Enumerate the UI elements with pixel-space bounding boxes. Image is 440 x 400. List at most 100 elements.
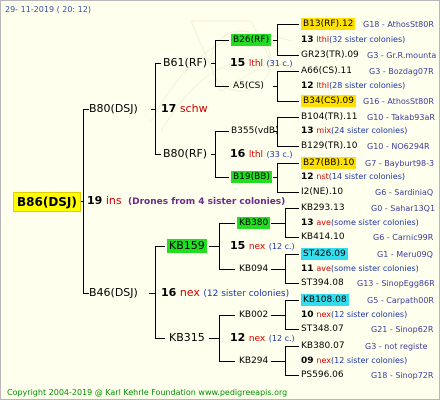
- connector: [277, 117, 299, 118]
- gen2-colony[interactable]: B80(RF): [163, 147, 207, 161]
- gen4-colony[interactable]: KB380.07: [301, 340, 345, 352]
- gen4-colony[interactable]: ST348.07: [301, 323, 344, 335]
- connector: [285, 237, 299, 238]
- connector: [219, 269, 235, 270]
- gen4-drones: 13 ave(some sister colonies): [301, 218, 419, 228]
- connector: [219, 361, 235, 362]
- connector: [285, 254, 286, 284]
- gen4-colony[interactable]: B13(RF).12: [301, 18, 356, 30]
- gen2-colony[interactable]: B61(RF): [163, 56, 207, 70]
- gen4-drones: 12 nst(14 sister colonies): [301, 172, 405, 182]
- connector: [277, 101, 299, 102]
- gen4-colony[interactable]: B34(CS).09: [301, 95, 356, 107]
- dam-generation: 16 nex (12 sister colonies): [161, 286, 290, 299]
- connector: [285, 254, 299, 255]
- connector: [285, 283, 299, 284]
- connector: [273, 177, 277, 178]
- connector: [277, 24, 278, 56]
- connector: [219, 223, 220, 270]
- connector: [285, 346, 286, 376]
- gen4-colony[interactable]: B27(BB).10: [301, 157, 357, 169]
- connector: [285, 208, 286, 238]
- connector: [155, 246, 165, 247]
- connector: [277, 163, 278, 193]
- gen4-code: G18 - AthosSt80R: [363, 20, 434, 29]
- connector: [219, 315, 235, 316]
- gen4-code: G3 - Bozdag07R: [369, 67, 434, 76]
- gen4-drones: 11 ave(some sister colonies): [301, 264, 419, 274]
- copyright-footer: Copyright 2004-2019 @ Karl Kehrle Founda…: [7, 388, 288, 397]
- connector: [219, 315, 220, 362]
- gen4-drones: 10 nex(12 sister colonies): [301, 310, 408, 320]
- gen4-code: G21 - Sinop62R: [371, 325, 434, 334]
- connector: [277, 71, 278, 102]
- gen4-colony[interactable]: KB293.13: [301, 202, 345, 214]
- gen3-colony[interactable]: B355(vdB): [231, 125, 279, 137]
- connector: [219, 223, 235, 224]
- gen4-colony[interactable]: KB108.08: [301, 294, 349, 306]
- gen4-code: G13 - SinopEgg86R: [357, 279, 435, 288]
- connector: [215, 177, 229, 178]
- gen4-code: G18 - Sinop72R: [371, 371, 434, 380]
- connector: [215, 131, 216, 178]
- gen4-colony[interactable]: PS596.06: [301, 369, 344, 381]
- connector: [209, 338, 219, 339]
- connector: [215, 40, 216, 86]
- watermark-graphic: [150, 20, 297, 132]
- gen3-colony[interactable]: A5(CS): [233, 80, 264, 92]
- root-colony[interactable]: B86(DSJ): [13, 192, 81, 212]
- gen4-code: G6 - Carnic99R: [373, 233, 434, 242]
- gen2-colony[interactable]: KB159: [167, 239, 207, 253]
- gen4-colony[interactable]: GR23(TR).09: [301, 49, 359, 61]
- gen4-colony[interactable]: B104(TR).11: [301, 111, 357, 123]
- gen4-code: G3 - not registe: [365, 342, 428, 351]
- gen4-colony[interactable]: A66(CS).11: [301, 65, 352, 77]
- dam-colony[interactable]: B46(DSJ): [89, 286, 138, 300]
- gen4-colony[interactable]: B129(TR).10: [301, 140, 357, 152]
- gen4-code: G1 - Meru09Q: [377, 250, 433, 259]
- connector: [155, 154, 161, 155]
- connector: [83, 109, 84, 294]
- gen4-colony[interactable]: KB414.10: [301, 231, 345, 243]
- gen3-colony[interactable]: KB294: [239, 355, 268, 367]
- gen3-colony[interactable]: KB094: [239, 263, 268, 275]
- gen3-colony[interactable]: KB002: [239, 309, 268, 321]
- gen3-colony[interactable]: B19(BB): [231, 171, 272, 183]
- gen4-colony[interactable]: I2(NE).10: [301, 186, 343, 198]
- gen4-code: G7 - Bayburt98-3: [365, 159, 435, 168]
- connector: [155, 63, 161, 64]
- connector: [285, 346, 299, 347]
- connector: [277, 71, 299, 72]
- gen4-code: G5 - Carpath00R: [367, 296, 434, 305]
- connector: [271, 361, 285, 362]
- connector: [285, 375, 299, 376]
- gen4-drones: 13 mix(24 sister colonies): [301, 126, 408, 136]
- connector: [273, 40, 277, 41]
- gen3-colony[interactable]: KB380: [237, 217, 271, 229]
- gen2-generation: 16 lthl (33 c.): [230, 147, 293, 160]
- connector: [215, 131, 229, 132]
- connector: [271, 315, 285, 316]
- gen4-colony[interactable]: ST426.09: [301, 248, 348, 260]
- gen4-drones: 13 lthl(32 sister colonies): [301, 35, 406, 45]
- gen2-colony[interactable]: KB315: [169, 331, 205, 345]
- gen2-generation: 15 lthl (31 c.): [230, 56, 293, 69]
- gen4-drones: 09 nex(12 sister colonies): [301, 356, 408, 366]
- root-drone-note: (Drones from 4 sister colonies): [128, 197, 286, 207]
- connector: [277, 24, 299, 25]
- connector: [155, 63, 156, 155]
- connector: [285, 300, 286, 330]
- connector: [271, 269, 285, 270]
- root-generation: 19 ins: [87, 194, 122, 207]
- gen3-colony[interactable]: B26(RF): [231, 34, 272, 46]
- connector: [277, 192, 299, 193]
- timestamp: 29- 11-2019 ( 20: 12): [5, 5, 91, 14]
- sire-colony[interactable]: B80(DSJ): [89, 102, 138, 116]
- gen4-drones: 12 lthl(28 sister colonies): [301, 81, 406, 91]
- gen4-colony[interactable]: ST394.08: [301, 277, 344, 289]
- gen4-code: G6 - SardiniaQ: [375, 188, 434, 197]
- gen4-code: G16 - AthosSt80R: [363, 97, 434, 106]
- connector: [215, 40, 229, 41]
- connector: [209, 246, 219, 247]
- connector: [273, 86, 277, 87]
